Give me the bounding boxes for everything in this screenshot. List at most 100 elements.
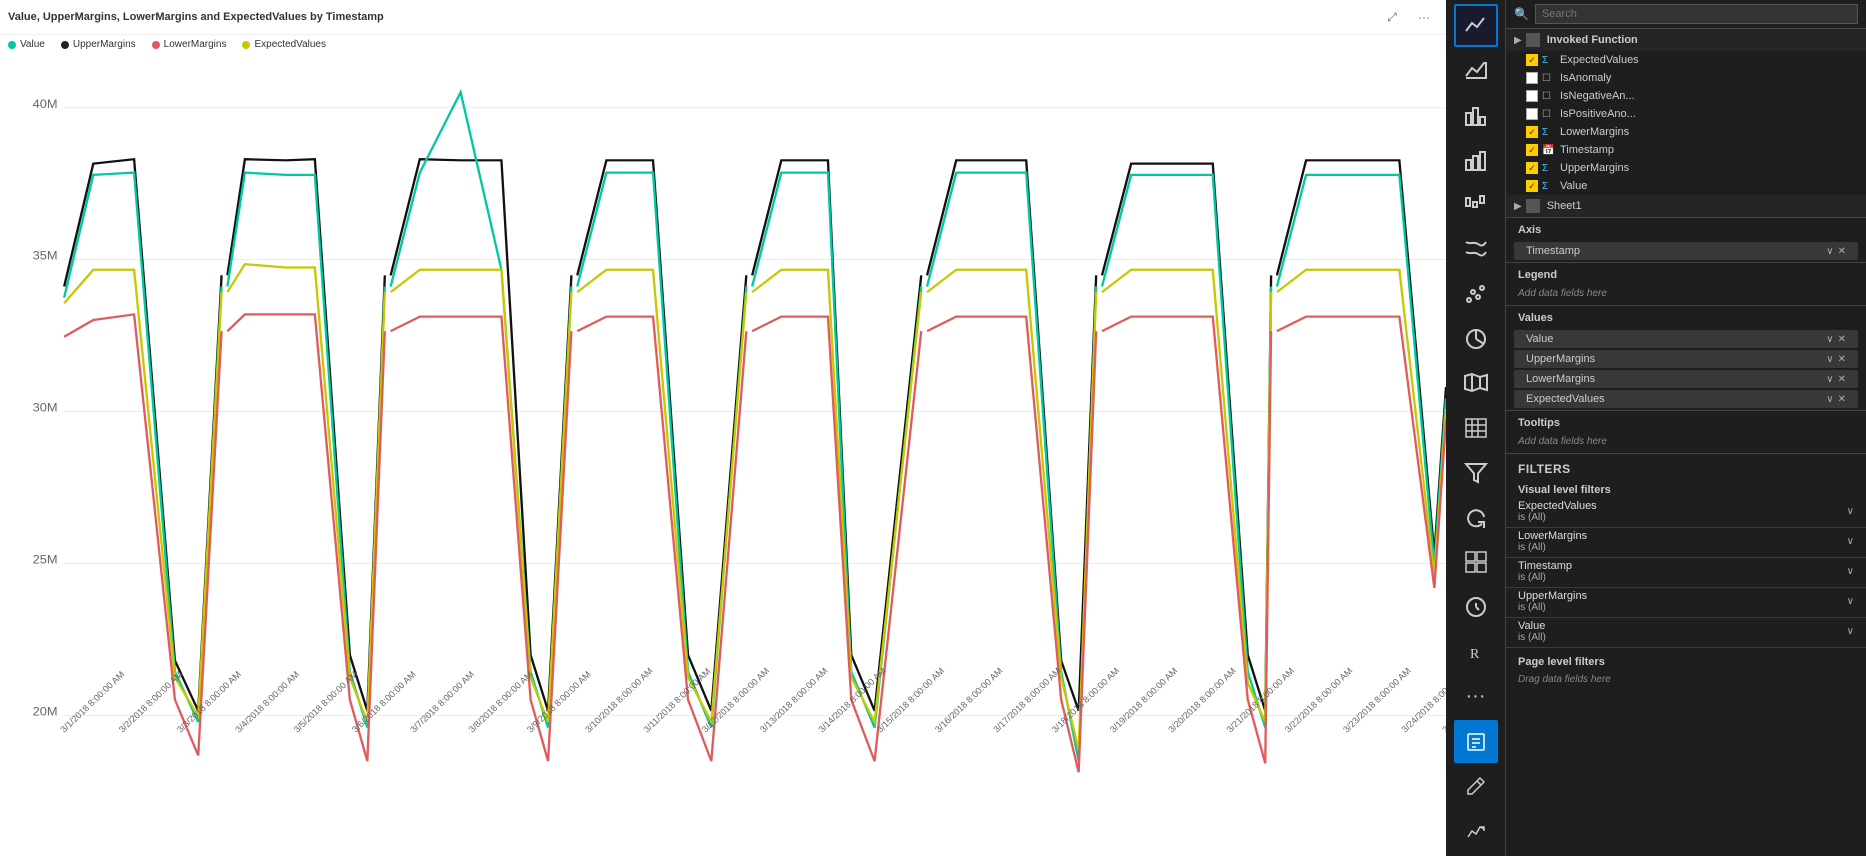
value-dropdown-icon[interactable]: ∨ xyxy=(1826,334,1833,345)
filter-lowermargins-chevron: ∨ xyxy=(1847,536,1854,547)
tab-fields-button[interactable] xyxy=(1454,720,1498,763)
scrollable-panel[interactable]: ▶ Invoked Function Σ ExpectedValues ☐ Is… xyxy=(1506,29,1866,856)
visual-level-filters-label: Visual level filters xyxy=(1506,480,1866,498)
data-panel: Axis Timestamp ∨ ✕ Legend Add data field… xyxy=(1506,218,1866,454)
viz-scatter-button[interactable] xyxy=(1454,273,1498,316)
value-checkbox[interactable] xyxy=(1526,180,1538,192)
filter-value-chevron: ∨ xyxy=(1847,626,1854,637)
expectedvalues-remove-icon[interactable]: ✕ xyxy=(1838,394,1846,405)
expectedvalues-checkbox[interactable] xyxy=(1526,54,1538,66)
filter-timestamp-value: is (All) xyxy=(1518,572,1572,583)
values-value-label: Value xyxy=(1526,333,1553,345)
viz-filter-button[interactable] xyxy=(1454,451,1498,494)
legend-dot-uppermargins xyxy=(61,41,69,49)
filter-expectedvalues-chevron: ∨ xyxy=(1847,506,1854,517)
viz-r-button[interactable]: R xyxy=(1454,630,1498,673)
sigma-icon-lowermargins: Σ xyxy=(1542,127,1556,138)
viz-ribbon-button[interactable] xyxy=(1454,228,1498,271)
ispositiveano-checkbox[interactable] xyxy=(1526,108,1538,120)
legend-dot-lowermargins xyxy=(152,41,160,49)
viz-waterfall-button[interactable] xyxy=(1454,183,1498,226)
viz-matrix-button[interactable] xyxy=(1454,541,1498,584)
field-name-value: Value xyxy=(1560,180,1858,192)
filter-lowermargins-header[interactable]: LowerMargins is (All) ∨ xyxy=(1518,530,1854,553)
axis-section: Axis Timestamp ∨ ✕ xyxy=(1506,218,1866,263)
field-isanomaly[interactable]: ☐ IsAnomaly xyxy=(1506,69,1866,87)
filter-timestamp-chevron: ∨ xyxy=(1847,566,1854,577)
filter-value-name: Value xyxy=(1518,620,1546,632)
tab-format-button[interactable] xyxy=(1454,765,1498,808)
field-uppermargins[interactable]: Σ UpperMargins xyxy=(1506,159,1866,177)
viz-bar-chart-button[interactable] xyxy=(1454,94,1498,137)
uppermargins-checkbox[interactable] xyxy=(1526,162,1538,174)
lowermargins-remove-icon[interactable]: ✕ xyxy=(1838,374,1846,385)
search-input[interactable] xyxy=(1535,4,1858,24)
tooltips-section: Tooltips Add data fields here xyxy=(1506,411,1866,454)
filter-lowermargins-value: is (All) xyxy=(1518,542,1587,553)
filter-uppermargins-header[interactable]: UpperMargins is (All) ∨ xyxy=(1518,590,1854,613)
field-ispositiveano[interactable]: ☐ IsPositiveAno... xyxy=(1506,105,1866,123)
tooltips-label: Tooltips xyxy=(1506,411,1866,433)
axis-remove-icon[interactable]: ✕ xyxy=(1838,246,1846,257)
checkbox-icon-isanomaly: ☐ xyxy=(1542,73,1556,84)
viz-area-chart-button[interactable] xyxy=(1454,49,1498,92)
isanomaly-checkbox[interactable] xyxy=(1526,72,1538,84)
field-name-ispositiveano: IsPositiveAno... xyxy=(1560,108,1858,120)
viz-map-button[interactable] xyxy=(1454,362,1498,405)
svg-text:3/2/2018 8:00:00 AM: 3/2/2018 8:00:00 AM xyxy=(117,669,185,734)
viz-pie-button[interactable] xyxy=(1454,317,1498,360)
field-name-isanomaly: IsAnomaly xyxy=(1560,72,1858,84)
values-uppermargins-row: UpperMargins ∨ ✕ xyxy=(1514,350,1858,368)
svg-text:25M: 25M xyxy=(33,553,58,567)
chart-container: 40M 35M 30M 25M 20M xyxy=(0,52,1446,856)
svg-text:3/1/2018 8:00:00 AM: 3/1/2018 8:00:00 AM xyxy=(58,669,126,734)
legend-label-expectedvalues: ExpectedValues xyxy=(254,39,326,50)
svg-text:40M: 40M xyxy=(33,97,58,111)
legend-expectedvalues: ExpectedValues xyxy=(242,39,326,50)
viz-line-chart-button[interactable] xyxy=(1454,4,1498,47)
legend-label-value: Value xyxy=(20,39,45,50)
drag-placeholder: Drag data fields here xyxy=(1506,672,1866,691)
value-remove-icon[interactable]: ✕ xyxy=(1838,334,1846,345)
viz-more-button[interactable]: ··· xyxy=(1454,675,1498,718)
filter-expectedvalues-value: is (All) xyxy=(1518,512,1597,523)
values-value-row: Value ∨ ✕ xyxy=(1514,330,1858,348)
filter-lowermargins: LowerMargins is (All) ∨ xyxy=(1506,528,1866,558)
field-lowermargins[interactable]: Σ LowerMargins xyxy=(1506,123,1866,141)
filter-uppermargins-name: UpperMargins xyxy=(1518,590,1587,602)
viz-column-chart-button[interactable] xyxy=(1454,138,1498,181)
viz-table-button[interactable] xyxy=(1454,407,1498,450)
legend-lowermargins: LowerMargins xyxy=(152,39,227,50)
axis-label: Axis xyxy=(1506,218,1866,240)
field-expectedvalues[interactable]: Σ ExpectedValues xyxy=(1506,51,1866,69)
tab-analytics-button[interactable] xyxy=(1454,809,1498,852)
axis-timestamp-row: Timestamp ∨ ✕ xyxy=(1514,242,1858,260)
field-value[interactable]: Σ Value xyxy=(1506,177,1866,195)
uppermargins-remove-icon[interactable]: ✕ xyxy=(1838,354,1846,365)
timestamp-checkbox[interactable] xyxy=(1526,144,1538,156)
filter-value-header[interactable]: Value is (All) ∨ xyxy=(1518,620,1854,643)
filter-timestamp-header[interactable]: Timestamp is (All) ∨ xyxy=(1518,560,1854,583)
field-name-lowermargins: LowerMargins xyxy=(1560,126,1858,138)
uppermargins-dropdown-icon[interactable]: ∨ xyxy=(1826,354,1833,365)
field-timestamp[interactable]: 📅 Timestamp xyxy=(1506,141,1866,159)
axis-dropdown-icon[interactable]: ∨ xyxy=(1826,246,1833,257)
chart-more-button[interactable]: ··· xyxy=(1410,4,1438,30)
field-isnegativean[interactable]: ☐ IsNegativeAn... xyxy=(1506,87,1866,105)
sheet1-header[interactable]: ▶ Sheet1 xyxy=(1506,195,1866,217)
filter-expectedvalues-header[interactable]: ExpectedValues is (All) ∨ xyxy=(1518,500,1854,523)
lowermargins-checkbox[interactable] xyxy=(1526,126,1538,138)
filters-header: FILTERS xyxy=(1506,454,1866,480)
isnegativean-checkbox[interactable] xyxy=(1526,90,1538,102)
invoked-function-header[interactable]: ▶ Invoked Function xyxy=(1506,29,1866,51)
legend-label-uppermargins: UpperMargins xyxy=(73,39,136,50)
lowermargins-dropdown-icon[interactable]: ∨ xyxy=(1826,374,1833,385)
values-lowermargins-row: LowerMargins ∨ ✕ xyxy=(1514,370,1858,388)
values-lowermargins-actions: ∨ ✕ xyxy=(1826,374,1846,385)
viz-refresh-button[interactable] xyxy=(1454,496,1498,539)
chart-expand-button[interactable]: ⤢ xyxy=(1378,4,1406,30)
values-lowermargins-label: LowerMargins xyxy=(1526,373,1595,385)
values-uppermargins-actions: ∨ ✕ xyxy=(1826,354,1846,365)
expectedvalues-dropdown-icon[interactable]: ∨ xyxy=(1826,394,1833,405)
viz-kpi-button[interactable] xyxy=(1454,586,1498,629)
